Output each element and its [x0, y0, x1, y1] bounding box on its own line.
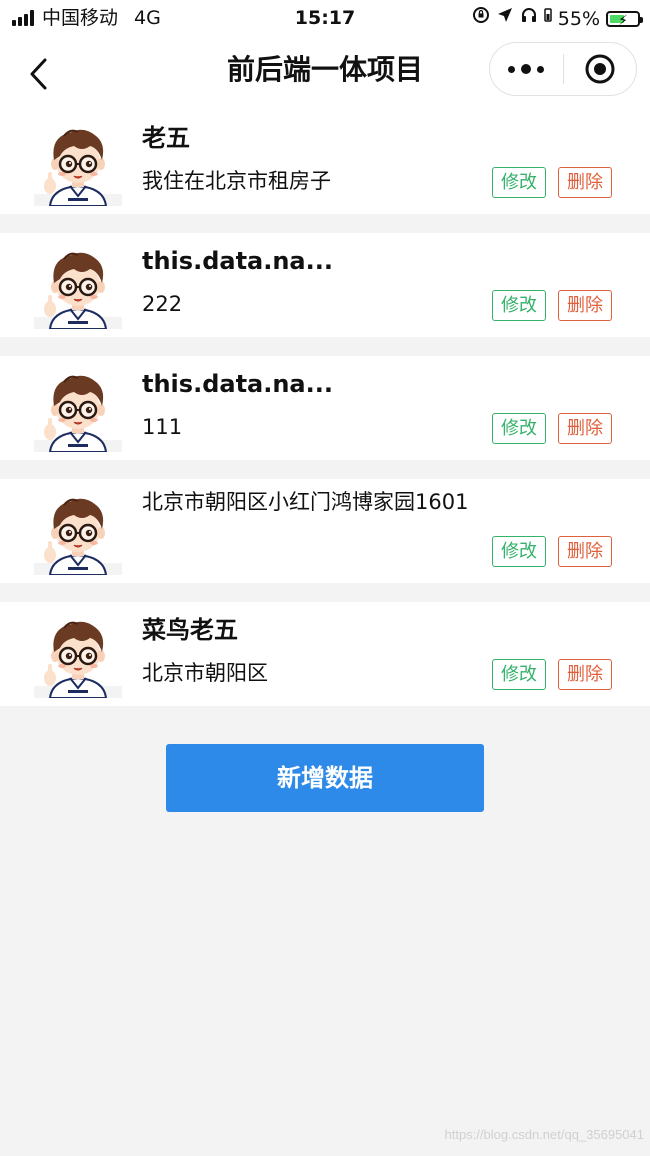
delete-button[interactable]: 删除	[558, 290, 612, 321]
item-address: 222	[142, 292, 183, 316]
headphones-icon	[520, 6, 538, 31]
edit-button[interactable]: 修改	[492, 536, 546, 567]
cartoon-boy-avatar-icon	[34, 252, 122, 329]
avatar	[34, 122, 122, 206]
list-item: this.data.na... 111 修改 删除	[0, 356, 650, 460]
delete-button[interactable]: 删除	[558, 413, 612, 444]
nav-bar: 前后端一体项目	[0, 36, 650, 110]
add-data-button[interactable]: 新增数据	[166, 744, 484, 812]
list-item: 菜鸟老五 北京市朝阳区 修改 删除	[0, 602, 650, 706]
lock-small-icon	[544, 6, 552, 31]
item-address: 我住在北京市租房子	[142, 169, 331, 193]
battery-icon: ⚡	[606, 10, 643, 29]
charging-bolt-icon: ⚡	[618, 12, 628, 29]
cartoon-boy-avatar-icon	[34, 498, 122, 575]
cartoon-boy-avatar-icon	[34, 375, 122, 452]
list-item: 老五 我住在北京市租房子 修改 删除	[0, 110, 650, 214]
more-menu-button[interactable]	[490, 43, 563, 95]
item-name: 老五	[142, 124, 190, 152]
rotation-lock-icon	[472, 6, 490, 31]
more-dots-icon	[505, 64, 547, 74]
cartoon-boy-avatar-icon	[34, 621, 122, 698]
delete-button[interactable]: 删除	[558, 167, 612, 198]
avatar	[34, 491, 122, 575]
item-address: 111	[142, 415, 183, 439]
record-list: 老五 我住在北京市租房子 修改 删除 this.data.na... 222 修…	[0, 110, 650, 725]
watermark: https://blog.csdn.net/qq_35695041	[444, 1127, 645, 1142]
list-item: 北京市朝阳区小红门鸿博家园1601 修改 删除	[0, 479, 650, 583]
battery-percent: 55%	[557, 7, 600, 30]
items-container: 老五 我住在北京市租房子 修改 删除 this.data.na... 222 修…	[0, 110, 650, 706]
item-address: 北京市朝阳区小红门鸿博家园1601	[142, 490, 469, 514]
avatar	[34, 368, 122, 452]
edit-button[interactable]: 修改	[492, 290, 546, 321]
location-arrow-icon	[496, 6, 514, 31]
status-bar-right: 55% ⚡	[472, 6, 643, 31]
status-bar: 中国移动 4G 15:17 55% ⚡	[0, 0, 650, 36]
edit-button[interactable]: 修改	[492, 413, 546, 444]
delete-button[interactable]: 删除	[558, 659, 612, 690]
list-item: this.data.na... 222 修改 删除	[0, 233, 650, 337]
item-name: this.data.na...	[142, 247, 333, 275]
edit-button[interactable]: 修改	[492, 659, 546, 690]
cartoon-boy-avatar-icon	[34, 129, 122, 206]
delete-button[interactable]: 删除	[558, 536, 612, 567]
avatar	[34, 245, 122, 329]
target-circle-icon	[585, 54, 615, 84]
item-name: this.data.na...	[142, 370, 333, 398]
avatar	[34, 614, 122, 698]
close-mini-program-button[interactable]	[564, 43, 637, 95]
item-name: 菜鸟老五	[142, 616, 238, 644]
mini-program-capsule	[489, 42, 637, 96]
item-address: 北京市朝阳区	[142, 661, 268, 685]
edit-button[interactable]: 修改	[492, 167, 546, 198]
